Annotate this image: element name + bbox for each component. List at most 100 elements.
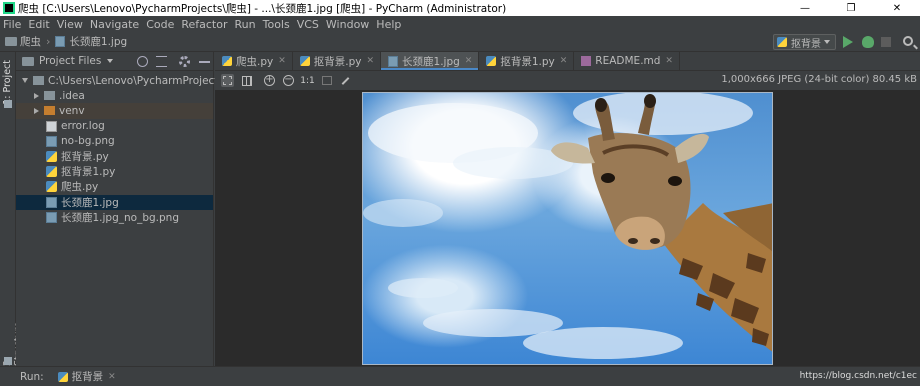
project-view-label[interactable]: Project Files [39, 55, 101, 67]
menu-view[interactable]: View [57, 18, 83, 31]
eyedropper-icon [341, 76, 350, 85]
menu-navigate[interactable]: Navigate [90, 18, 139, 31]
chevron-down-icon[interactable] [107, 59, 114, 63]
close-tab-icon[interactable]: ✕ [366, 56, 374, 66]
python-file-icon [486, 56, 497, 66]
tree-item[interactable]: error.log [16, 119, 213, 134]
tree-item-label: .idea [59, 89, 85, 102]
editor-tab[interactable]: 抠背景1.py ✕ [479, 52, 575, 70]
folder-icon [5, 37, 17, 46]
close-tab-icon[interactable]: ✕ [278, 56, 286, 66]
breadcrumb-file-label: 长颈鹿1.jpg [69, 36, 128, 48]
chessboard-button[interactable] [320, 74, 333, 87]
zoom-in-button[interactable]: + [263, 74, 276, 87]
menu-bar: File Edit View Navigate Code Refactor Ru… [0, 16, 920, 32]
editor-tab[interactable]: README.md ✕ [574, 52, 680, 70]
menu-edit[interactable]: Edit [28, 18, 49, 31]
run-configuration-select[interactable]: 抠背景 [773, 34, 836, 50]
tree-item-label: 长颈鹿1.jpg_no_bg.png [61, 211, 179, 224]
python-icon [777, 37, 787, 47]
folder-icon [44, 91, 55, 101]
giraffe-photo-illustration [363, 93, 772, 359]
tree-item[interactable]: 抠背景.py [16, 149, 213, 164]
run-tab[interactable]: 抠背景 ✕ [57, 369, 116, 384]
collapse-all-icon[interactable] [156, 56, 167, 67]
watermark: https://blog.csdn.net/c1ec [799, 371, 917, 381]
grid-icon [241, 75, 252, 86]
tree-item-label: error.log [61, 120, 105, 133]
color-picker-button[interactable] [339, 74, 352, 87]
zoom-in-icon: + [264, 74, 275, 86]
tree-item-label: venv [59, 104, 85, 117]
menu-code[interactable]: Code [146, 18, 174, 31]
collapse-arrow-icon[interactable] [34, 92, 39, 99]
close-tab-icon[interactable]: ✕ [665, 56, 673, 66]
project-panel: Project Files C:\Users\Lenovo\PycharmPro… [16, 52, 248, 366]
tree-item[interactable]: 长颈鹿1.jpg_no_bg.png [16, 210, 213, 225]
menu-run[interactable]: Run [235, 18, 256, 31]
run-icon[interactable] [843, 36, 853, 48]
project-panel-header: Project Files [16, 52, 213, 71]
tree-item[interactable]: no-bg.png [16, 134, 213, 149]
tree-item[interactable]: 抠背景1.py [16, 164, 213, 179]
project-tool-tab[interactable]: 1: Project [2, 60, 13, 105]
close-tab-icon[interactable]: ✕ [560, 56, 568, 66]
left-tool-strip: 1: Project 2: Structure [0, 52, 24, 366]
python-file-icon [222, 56, 232, 66]
close-icon[interactable]: ✕ [108, 372, 116, 382]
zoom-out-button[interactable]: − [282, 74, 295, 87]
zoom-to-fit-button[interactable] [221, 74, 234, 87]
debug-icon[interactable] [862, 36, 874, 48]
tree-item-label: no-bg.png [61, 135, 115, 148]
editor-tab-label: 抠背景1.py [500, 55, 555, 68]
editor-tab-label: README.md [595, 55, 661, 67]
editor-tab[interactable]: 爬虫.py ✕ [215, 52, 293, 70]
close-button[interactable]: ✕ [874, 0, 920, 16]
navigation-bar: 爬虫 › 长颈鹿1.jpg 抠背景 [0, 32, 920, 52]
folder-icon [22, 56, 34, 66]
chevron-down-icon [824, 40, 830, 44]
window-controls: — ❐ ✕ [782, 0, 920, 16]
restore-button[interactable]: ❐ [828, 0, 874, 16]
zoom-out-icon: − [283, 74, 294, 86]
run-configuration-label: 抠背景 [791, 38, 821, 50]
tree-item[interactable]: C:\Users\Lenovo\PycharmProjects\爬虫 [16, 73, 248, 88]
tree-item[interactable]: 爬虫.py [16, 179, 213, 194]
search-icon[interactable] [903, 36, 913, 46]
actual-size-button[interactable]: 1:1 [300, 74, 314, 87]
tree-item-label: 抠背景.py [61, 151, 109, 164]
locate-icon[interactable] [137, 56, 148, 67]
editor-tab[interactable]: 抠背景.py ✕ [293, 52, 382, 70]
tree-item[interactable]: 长颈鹿1.jpg [16, 194, 213, 210]
menu-vcs[interactable]: VCS [297, 18, 319, 31]
collapse-arrow-icon[interactable] [34, 107, 39, 114]
menu-refactor[interactable]: Refactor [181, 18, 227, 31]
expand-arrow-icon[interactable] [22, 78, 28, 84]
menu-help[interactable]: Help [376, 18, 401, 31]
menu-file[interactable]: File [3, 18, 21, 31]
tree-item[interactable]: venv [16, 103, 213, 119]
hide-panel-icon[interactable] [199, 61, 210, 63]
tree-item[interactable]: .idea [16, 88, 213, 103]
run-tab-label: 抠背景 [71, 371, 104, 383]
editor-tab[interactable]: 长颈鹿1.jpg ✕ [381, 52, 480, 70]
structure-tool-icon [4, 357, 12, 365]
gear-icon[interactable] [179, 56, 190, 67]
folder-icon [33, 76, 44, 86]
minimize-button[interactable]: — [782, 0, 828, 16]
menu-tools[interactable]: Tools [263, 18, 290, 31]
frame-icon [321, 76, 332, 85]
python-file-icon [46, 151, 57, 163]
image-file-icon [46, 196, 57, 208]
python-file-icon [46, 166, 57, 178]
project-tool-icon [4, 100, 12, 108]
excluded-folder-icon [44, 106, 55, 116]
menu-window[interactable]: Window [326, 18, 369, 31]
toggle-grid-button[interactable] [240, 74, 253, 87]
breadcrumb-file[interactable]: 长颈鹿1.jpg [55, 34, 127, 49]
log-file-icon [46, 120, 57, 132]
breadcrumb-project[interactable]: 爬虫 [5, 34, 41, 49]
editor-tabs: 爬虫.py ✕ 抠背景.py ✕ 长颈鹿1.jpg ✕ 抠背景1.py ✕ README.md ✕ [215, 52, 920, 71]
close-tab-icon[interactable]: ✕ [465, 56, 473, 66]
stop-icon[interactable] [881, 37, 891, 47]
